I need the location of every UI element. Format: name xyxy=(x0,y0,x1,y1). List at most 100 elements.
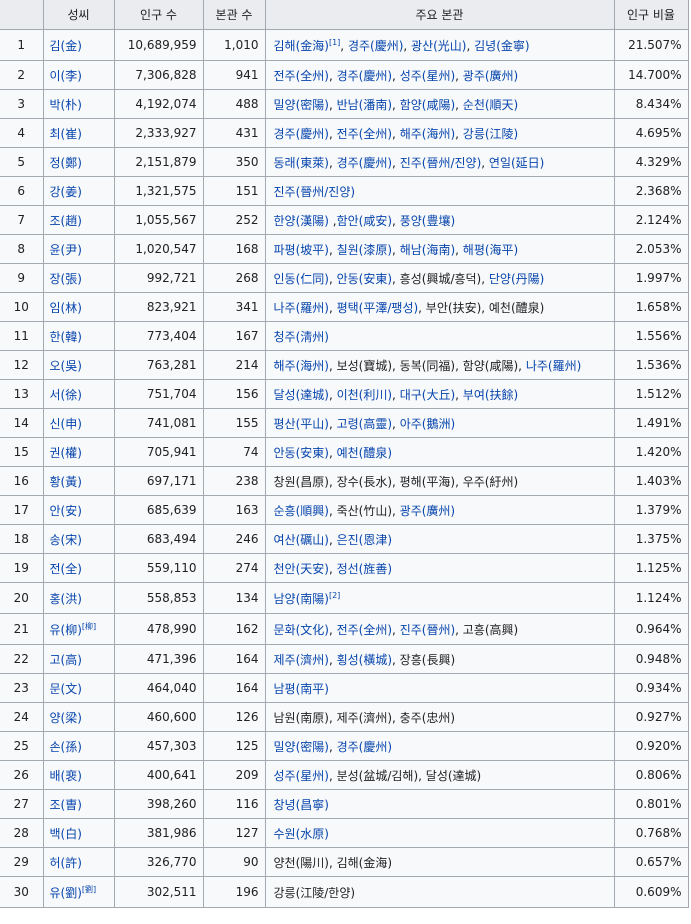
bongwan-link[interactable]: 청주(淸州) xyxy=(274,330,329,344)
bongwan-link[interactable]: 천안(天安) xyxy=(274,562,329,576)
bongwan-link[interactable]: 광주(廣州) xyxy=(400,504,455,518)
bongwan-link[interactable]: 밀양(密陽) xyxy=(274,98,329,112)
bongwan-link[interactable]: 반남(潘南) xyxy=(337,98,392,112)
bongwan-link[interactable]: 동래(東萊) xyxy=(274,156,329,170)
bongwan-link[interactable]: 성주(星州) xyxy=(274,769,329,783)
bongwan-link[interactable]: 해남(海南) xyxy=(400,243,455,257)
bongwan-link[interactable]: 평택(平澤/팽성) xyxy=(337,301,419,315)
bongwan-link[interactable]: 풍양(豊壤) xyxy=(400,214,455,228)
bongwan-link[interactable]: 여산(礪山) xyxy=(274,533,329,547)
surname-link[interactable]: 장(張) xyxy=(50,272,82,286)
bongwan-link[interactable]: 경주(慶州) xyxy=(337,740,392,754)
bongwan-link[interactable]: 고령(高靈) xyxy=(337,417,392,431)
bongwan-link[interactable]: 부여(扶餘) xyxy=(463,388,518,402)
bongwan-link[interactable]: 함양(咸陽) xyxy=(400,98,455,112)
bongwan-link[interactable]: 남양(南陽) xyxy=(274,592,329,606)
surname-link[interactable]: 유(劉) xyxy=(50,886,82,900)
surname-link[interactable]: 한(韓) xyxy=(50,330,82,344)
bongwan-link[interactable]: 김해(金海) xyxy=(274,39,329,53)
bongwan-link[interactable]: 전주(全州) xyxy=(337,127,392,141)
bongwan-link[interactable]: 문화(文化) xyxy=(274,623,329,637)
surname-link[interactable]: 양(梁) xyxy=(50,711,82,725)
bongwan-link[interactable]: 경주(慶州) xyxy=(348,39,403,53)
bongwan-link[interactable]: 인동(仁同) xyxy=(274,272,329,286)
header-bongwan-count[interactable]: 본관 수 xyxy=(202,0,266,30)
bongwan-link[interactable]: 평산(平山) xyxy=(274,417,329,431)
bongwan-link[interactable]: 수원(水原) xyxy=(274,827,329,841)
bongwan-link[interactable]: 나주(羅州) xyxy=(526,359,581,373)
bongwan-link[interactable]: 안동(安東) xyxy=(274,446,329,460)
surname-link[interactable]: 유(柳) xyxy=(50,623,82,637)
surname-link[interactable]: 홍(洪) xyxy=(50,592,82,606)
bongwan-link[interactable]: 해주(海州) xyxy=(274,359,329,373)
surname-link[interactable]: 신(申) xyxy=(50,417,82,431)
bongwan-link[interactable]: 경주(慶州) xyxy=(337,69,392,83)
bongwan-link[interactable]: 단양(丹陽) xyxy=(489,272,544,286)
bongwan-link[interactable]: 아주(鵝洲) xyxy=(400,417,455,431)
bongwan-link[interactable]: 경주(慶州) xyxy=(337,156,392,170)
surname-link[interactable]: 정(鄭) xyxy=(50,156,82,170)
surname-link[interactable]: 허(許) xyxy=(50,856,82,870)
bongwan-link[interactable]: 은진(恩津) xyxy=(337,533,392,547)
bongwan-link[interactable]: 순흥(順興) xyxy=(274,504,329,518)
footnote-ref[interactable]: [1] xyxy=(329,38,340,47)
surname-link[interactable]: 박(朴) xyxy=(50,98,82,112)
bongwan-link[interactable]: 성주(星州) xyxy=(400,69,455,83)
bongwan-link[interactable]: 횡성(橫城) xyxy=(337,653,392,667)
surname-link[interactable]: 서(徐) xyxy=(50,388,82,402)
surname-link[interactable]: 고(高) xyxy=(50,653,82,667)
surname-link[interactable]: 윤(尹) xyxy=(50,243,82,257)
surname-link[interactable]: 손(孫) xyxy=(50,740,82,754)
surname-link[interactable]: 조(曺) xyxy=(50,798,82,812)
bongwan-link[interactable]: 달성(達城) xyxy=(274,388,329,402)
header-rank[interactable] xyxy=(0,0,44,30)
footnote-ref[interactable]: [柳] xyxy=(82,622,96,631)
surname-link[interactable]: 임(林) xyxy=(50,301,82,315)
header-main-bongwan[interactable]: 주요 본관 xyxy=(264,0,615,30)
bongwan-link[interactable]: 전주(全州) xyxy=(337,623,392,637)
bongwan-link[interactable]: 나주(羅州) xyxy=(274,301,329,315)
bongwan-link[interactable]: 이천(利川) xyxy=(337,388,392,402)
bongwan-link[interactable]: 연일(延日) xyxy=(489,156,544,170)
bongwan-link[interactable]: 제주(濟州) xyxy=(274,653,329,667)
bongwan-link[interactable]: 남평(南平) xyxy=(274,682,329,696)
bongwan-link[interactable]: 순천(順天) xyxy=(463,98,518,112)
surname-link[interactable]: 김(金) xyxy=(50,39,82,53)
bongwan-link[interactable]: 김녕(金寧) xyxy=(474,39,529,53)
bongwan-link[interactable]: 진주(晉州/진양) xyxy=(400,156,482,170)
footnote-ref[interactable]: [2] xyxy=(329,591,340,600)
surname-link[interactable]: 황(黃) xyxy=(50,475,82,489)
bongwan-link[interactable]: 광산(光山) xyxy=(411,39,466,53)
bongwan-link[interactable]: 안동(安東) xyxy=(337,272,392,286)
header-ratio[interactable]: 인구 비율 xyxy=(613,0,689,30)
bongwan-link[interactable]: 해주(海州) xyxy=(400,127,455,141)
bongwan-link[interactable]: 칠원(漆原) xyxy=(337,243,392,257)
bongwan-link[interactable]: 대구(大丘) xyxy=(400,388,455,402)
surname-link[interactable]: 권(權) xyxy=(50,446,82,460)
surname-link[interactable]: 백(白) xyxy=(50,827,82,841)
header-population[interactable]: 인구 수 xyxy=(113,0,204,30)
bongwan-link[interactable]: 파평(坡平) xyxy=(274,243,329,257)
bongwan-link[interactable]: 진주(晉州) xyxy=(400,623,455,637)
footnote-ref[interactable]: [劉] xyxy=(82,885,96,894)
bongwan-link[interactable]: 전주(全州) xyxy=(274,69,329,83)
bongwan-link[interactable]: 함안(咸安) xyxy=(337,214,392,228)
surname-link[interactable]: 강(姜) xyxy=(50,185,82,199)
surname-link[interactable]: 안(安) xyxy=(50,504,82,518)
header-surname[interactable]: 성씨 xyxy=(42,0,115,30)
surname-link[interactable]: 조(趙) xyxy=(50,214,82,228)
bongwan-link[interactable]: 강릉(江陵) xyxy=(463,127,518,141)
surname-link[interactable]: 송(宋) xyxy=(50,533,82,547)
bongwan-link[interactable]: 해평(海平) xyxy=(463,243,518,257)
bongwan-link[interactable]: 진주(晉州/진양) xyxy=(274,185,356,199)
surname-link[interactable]: 전(全) xyxy=(50,562,82,576)
bongwan-link[interactable]: 창녕(昌寧) xyxy=(274,798,329,812)
bongwan-link[interactable]: 한양(漢陽) xyxy=(274,214,329,228)
bongwan-link[interactable]: 경주(慶州) xyxy=(274,127,329,141)
surname-link[interactable]: 배(裵) xyxy=(50,769,82,783)
surname-link[interactable]: 문(文) xyxy=(50,682,82,696)
bongwan-link[interactable]: 광주(廣州) xyxy=(463,69,518,83)
surname-link[interactable]: 최(崔) xyxy=(50,127,82,141)
surname-link[interactable]: 오(吳) xyxy=(50,359,82,373)
surname-link[interactable]: 이(李) xyxy=(50,69,82,83)
